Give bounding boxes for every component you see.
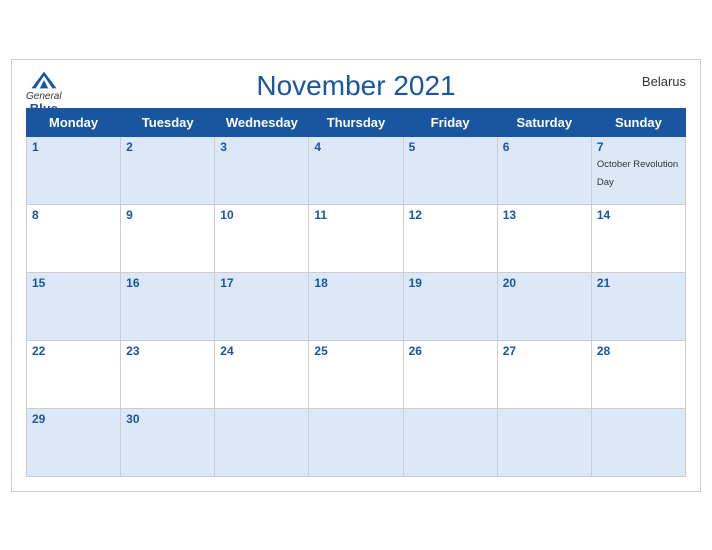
day-cell: 8	[27, 204, 121, 272]
day-number: 28	[597, 344, 680, 358]
day-number: 29	[32, 412, 115, 426]
day-cell	[591, 408, 685, 476]
day-number: 7	[597, 140, 680, 154]
day-cell: 23	[121, 340, 215, 408]
day-event: October Revolution Day	[597, 159, 678, 188]
day-cell: 27	[497, 340, 591, 408]
day-cell: 5	[403, 136, 497, 204]
day-cell: 4	[309, 136, 403, 204]
logo-icon	[30, 70, 58, 90]
col-friday: Friday	[403, 108, 497, 136]
country-label: Belarus	[642, 74, 686, 89]
day-cell: 17	[215, 272, 309, 340]
logo: General Blue	[26, 70, 62, 116]
day-cell: 15	[27, 272, 121, 340]
col-thursday: Thursday	[309, 108, 403, 136]
day-cell: 29	[27, 408, 121, 476]
day-cell: 14	[591, 204, 685, 272]
day-cell: 11	[309, 204, 403, 272]
col-wednesday: Wednesday	[215, 108, 309, 136]
calendar-body: 1234567October Revolution Day89101112131…	[27, 136, 686, 476]
day-number: 9	[126, 208, 209, 222]
day-cell: 25	[309, 340, 403, 408]
day-number: 15	[32, 276, 115, 290]
day-number: 3	[220, 140, 303, 154]
day-cell: 16	[121, 272, 215, 340]
day-number: 17	[220, 276, 303, 290]
day-cell: 30	[121, 408, 215, 476]
day-number: 23	[126, 344, 209, 358]
calendar-header: General Blue November 2021 Belarus	[26, 70, 686, 102]
col-tuesday: Tuesday	[121, 108, 215, 136]
day-cell: 19	[403, 272, 497, 340]
day-number: 5	[409, 140, 492, 154]
logo-general-text: General	[26, 91, 62, 102]
day-number: 4	[314, 140, 397, 154]
day-number: 11	[314, 208, 397, 222]
day-cell: 9	[121, 204, 215, 272]
day-number: 14	[597, 208, 680, 222]
day-number: 21	[597, 276, 680, 290]
day-cell	[403, 408, 497, 476]
day-cell: 20	[497, 272, 591, 340]
day-number: 2	[126, 140, 209, 154]
day-number: 22	[32, 344, 115, 358]
day-number: 8	[32, 208, 115, 222]
day-number: 6	[503, 140, 586, 154]
day-cell: 22	[27, 340, 121, 408]
day-cell: 1	[27, 136, 121, 204]
day-cell: 18	[309, 272, 403, 340]
day-cell: 28	[591, 340, 685, 408]
calendar-container: General Blue November 2021 Belarus Monda…	[11, 59, 701, 492]
day-cell: 7 October Revolution Day	[591, 136, 685, 204]
days-header-row: Monday Tuesday Wednesday Thursday Friday…	[27, 108, 686, 136]
day-number: 25	[314, 344, 397, 358]
day-cell: 13	[497, 204, 591, 272]
day-cell: 21	[591, 272, 685, 340]
day-cell: 2	[121, 136, 215, 204]
col-saturday: Saturday	[497, 108, 591, 136]
day-cell: 6	[497, 136, 591, 204]
calendar-table: Monday Tuesday Wednesday Thursday Friday…	[26, 108, 686, 477]
day-cell: 24	[215, 340, 309, 408]
day-number: 1	[32, 140, 115, 154]
week-row-2: 89 10 11 12 13 14	[27, 204, 686, 272]
day-number: 16	[126, 276, 209, 290]
week-row-1: 1234567 October Revolution Day	[27, 136, 686, 204]
day-number: 13	[503, 208, 586, 222]
day-cell	[497, 408, 591, 476]
calendar-thead: Monday Tuesday Wednesday Thursday Friday…	[27, 108, 686, 136]
day-number: 10	[220, 208, 303, 222]
day-number: 20	[503, 276, 586, 290]
day-number: 19	[409, 276, 492, 290]
day-cell	[215, 408, 309, 476]
logo-blue-text: Blue	[30, 102, 58, 116]
day-number: 30	[126, 412, 209, 426]
day-number: 27	[503, 344, 586, 358]
calendar-title: November 2021	[256, 70, 455, 102]
day-cell: 10	[215, 204, 309, 272]
day-number: 12	[409, 208, 492, 222]
week-row-4: 22 23 24 25 26 27 28	[27, 340, 686, 408]
day-cell: 3	[215, 136, 309, 204]
week-row-5: 29 30	[27, 408, 686, 476]
day-cell: 26	[403, 340, 497, 408]
day-number: 18	[314, 276, 397, 290]
day-cell	[309, 408, 403, 476]
col-sunday: Sunday	[591, 108, 685, 136]
day-number: 24	[220, 344, 303, 358]
week-row-3: 15 16 17 18 19 20 21	[27, 272, 686, 340]
day-cell: 12	[403, 204, 497, 272]
day-number: 26	[409, 344, 492, 358]
